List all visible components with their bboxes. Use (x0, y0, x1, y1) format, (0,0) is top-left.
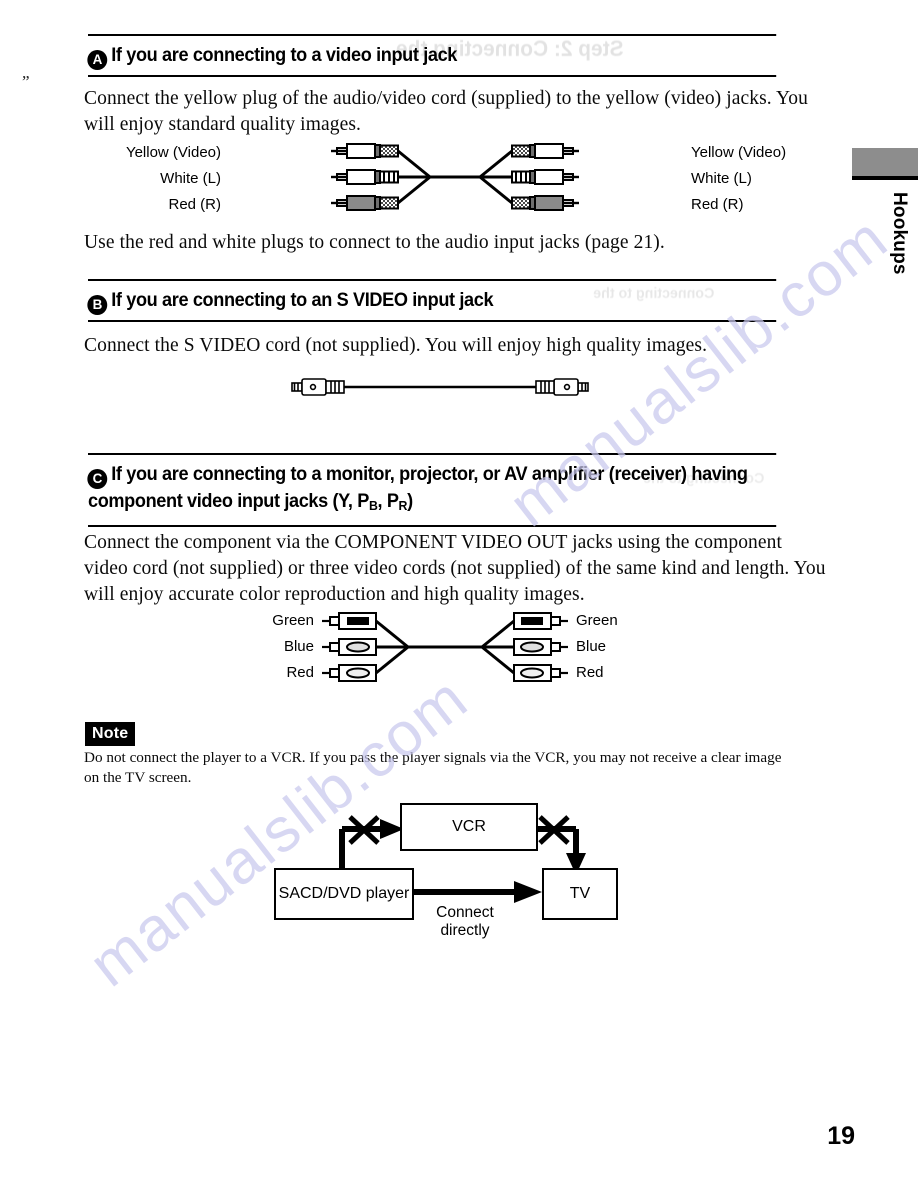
component-cable-svg (322, 612, 568, 682)
section-b-body: Connect the S VIDEO cord (not supplied).… (84, 335, 708, 356)
note-text: Do not connect the player to a VCR. If y… (84, 749, 782, 786)
component-label-left-green: Green (272, 612, 314, 629)
section-a-heading-text: If you are connecting to a video input j… (111, 44, 458, 66)
heading-rule-bottom (88, 320, 777, 322)
section-c-heading-line2-pre: component video input jacks (Y, P (88, 490, 369, 512)
av-label-left-white: White (L) (160, 170, 221, 187)
svideo-cable-svg (291, 378, 589, 396)
av-label-right-yellow: Yellow (Video) (691, 144, 787, 161)
section-a-heading: A If you are connecting to a video input … (87, 34, 777, 77)
component-label-right-red: Red (576, 664, 604, 681)
section-c-subscript-r: R (398, 497, 408, 513)
section-c-heading-line2-post: ) (407, 490, 413, 512)
svideo-cable-diagram (290, 375, 590, 403)
arrow-direct (514, 881, 542, 903)
section-c-bullet: C (87, 469, 108, 489)
component-label-left-red: Red (286, 664, 314, 681)
av-cable-diagram: Yellow (Video) White (L) Red (R) Yellow … (126, 142, 786, 222)
block-tv: TV (542, 868, 618, 920)
section-b-heading-text: If you are connecting to an S VIDEO inpu… (111, 289, 494, 311)
connect-directly-line2: directly (440, 922, 490, 939)
section-c-heading: C If you are connecting to a monitor, pro… (87, 453, 777, 527)
connect-directly-line1: Connect (436, 904, 494, 921)
section-c-heading-line2-mid: , P (377, 490, 399, 512)
section-c-heading-line2: component video input jacks (Y, PB, PR) (88, 490, 413, 513)
heading-rule-top (88, 34, 777, 36)
av-label-left-yellow: Yellow (Video) (125, 144, 221, 161)
block-vcr-label: VCR (452, 818, 486, 835)
section-c-subscript-b: B (368, 497, 378, 513)
av-label-right-white: White (L) (691, 170, 752, 187)
heading-rule-bottom (88, 524, 777, 527)
section-c-heading-line1: If you are connecting to a monitor, proj… (111, 463, 748, 485)
page-number: 19 (827, 1122, 855, 1150)
heading-rule-top (88, 279, 777, 281)
section-c-body: Connect the component via the COMPONENT … (84, 532, 826, 605)
component-label-right-blue: Blue (576, 638, 607, 655)
block-vcr: VCR (400, 803, 538, 851)
note-badge: Note (85, 722, 136, 746)
av-label-right-red: Red (R) (691, 196, 744, 213)
component-label-right-green: Green (576, 612, 618, 629)
section-a-body: Connect the yellow plug of the audio/vid… (84, 88, 808, 135)
block-tv-label: TV (569, 885, 591, 902)
section-a-bullet: A (87, 50, 108, 70)
component-cable-diagram: Green Blue Red Green Blue Red (272, 612, 618, 684)
section-a-after-text: Use the red and white plugs to connect t… (84, 232, 665, 253)
component-label-left-blue: Blue (283, 638, 314, 655)
vcr-block-diagram: VCR SACD/DVD player TV Connect directly (268, 795, 628, 940)
av-label-left-red: Red (R) (168, 196, 221, 213)
heading-rule-top (88, 453, 777, 455)
av-cable-svg (331, 143, 579, 211)
heading-rule-bottom (88, 75, 777, 77)
scan-artifact: ” (22, 72, 30, 91)
block-player-label: SACD/DVD player (278, 885, 410, 902)
section-b-bullet: B (87, 295, 108, 315)
section-b-heading: B If you are connecting to an S VIDEO inp… (87, 279, 777, 322)
side-tab-marker (852, 148, 918, 180)
block-player: SACD/DVD player (274, 868, 414, 920)
side-tab-label: Hookups (889, 192, 910, 275)
